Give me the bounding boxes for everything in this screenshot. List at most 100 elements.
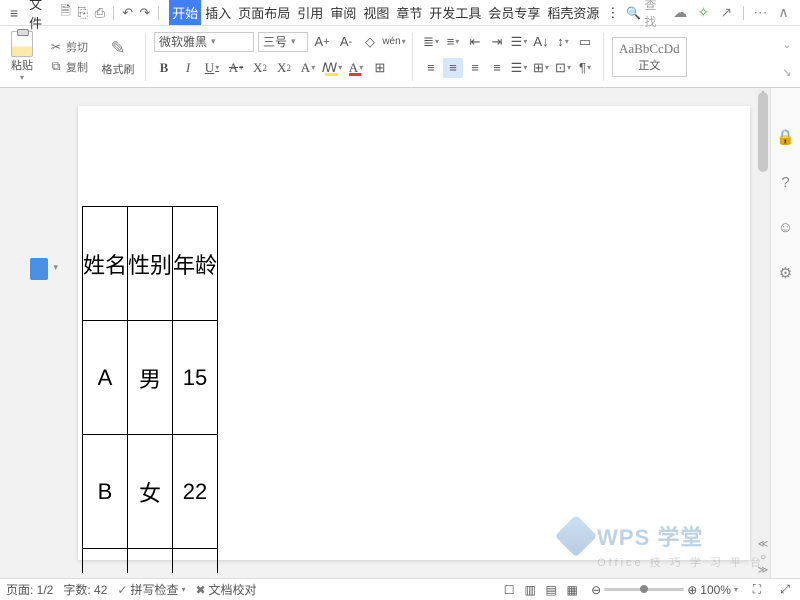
spellcheck-toggle[interactable]: ✓拼写检查▾ [117,581,185,598]
web-layout-icon[interactable]: ▤ [542,580,560,600]
document-table[interactable]: 姓名 性别 年龄 A 男 15 B 女 22 [82,206,218,573]
export-icon[interactable]: ⎘ [75,4,90,22]
collapse-ribbon-icon[interactable]: ∧ [776,4,791,22]
table-header-row[interactable]: 姓名 性别 年龄 [83,207,218,321]
table-cell[interactable]: A [83,321,128,435]
tab-member[interactable]: 会员专享 [485,0,543,25]
character-border-button[interactable]: ⊞ [370,58,390,78]
proofing-toggle[interactable]: ✖文档校对 [195,581,256,598]
paste-button[interactable]: 粘贴▾ [6,31,38,82]
change-case-button[interactable]: A▾ [298,58,318,78]
bold-button[interactable]: B [154,58,174,78]
tab-page-layout[interactable]: 页面布局 [235,0,293,25]
ribbon-expand-icon[interactable]: ⌄ [782,38,791,51]
sort-button[interactable]: A↓ [531,32,551,52]
subscript-button[interactable]: X2 [274,58,294,78]
user-icon[interactable]: ✧ [696,4,711,22]
table-cell[interactable] [173,549,218,573]
table-cell[interactable]: 性别 [128,207,173,321]
style-normal[interactable]: AaBbCcDd 正文 [612,37,687,77]
print-layout-icon[interactable]: ▥ [521,580,539,600]
table-cell[interactable]: 22 [173,435,218,549]
clear-format-button[interactable]: ◇ [360,32,380,52]
decrease-indent-button[interactable]: ⇤ [465,32,485,52]
font-name-combo[interactable]: 微软雅黑▾ [154,32,254,52]
hamburger-icon[interactable]: ≡ [6,3,22,23]
table-cell[interactable] [83,549,128,573]
tab-more[interactable]: ⋮ [603,2,622,24]
tab-review[interactable]: 审阅 [327,0,359,25]
help-icon[interactable]: ? [781,174,789,191]
file-menu[interactable]: 文件 [24,0,56,34]
tab-start[interactable]: 开始 [169,0,201,25]
format-painter-button[interactable]: ✎ 格式刷 [99,37,137,77]
table-cell[interactable]: 姓名 [83,207,128,321]
highlight-button[interactable]: ꟿ▾ [322,58,342,78]
align-right-button[interactable]: ≡ [465,58,485,78]
bullets-button[interactable]: ≣▾ [421,32,441,52]
underline-button[interactable]: U▾ [202,58,222,78]
align-center-button[interactable]: ≡ [443,58,463,78]
table-cell[interactable]: 年龄 [173,207,218,321]
increase-indent-button[interactable]: ⇥ [487,32,507,52]
focus-mode-icon[interactable]: ☐ [500,580,518,600]
tab-resources[interactable]: 稻壳资源 [544,0,602,25]
table-row[interactable] [83,549,218,573]
cut-button[interactable]: ✂剪切 [46,38,91,56]
zoom-out-icon[interactable]: ⊖ [591,583,601,597]
tab-insert[interactable]: 插入 [202,0,234,25]
fullscreen-icon[interactable]: ⤢ [776,580,794,600]
lock-icon[interactable]: 🔒 [776,128,795,146]
cloud-icon[interactable]: ☁ [673,4,688,22]
shrink-font-button[interactable]: A- [336,32,356,52]
document-type-icon[interactable] [30,258,48,280]
prev-page-icon[interactable]: ≪ [758,539,768,550]
table-cell[interactable]: 女 [128,435,173,549]
table-row[interactable]: B 女 22 [83,435,218,549]
vertical-scrollbar[interactable]: ▴ ≪ ○ ≫ [756,88,770,578]
tab-developer[interactable]: 开发工具 [426,0,484,25]
zoom-slider[interactable] [604,588,684,591]
fit-page-icon[interactable]: ⛶ [748,580,766,600]
table-cell[interactable] [128,549,173,573]
zoom-value[interactable]: 100% [700,583,731,597]
table-cell[interactable]: 男 [128,321,173,435]
paragraph-mark-button[interactable]: ¶▾ [575,58,595,78]
font-size-combo[interactable]: 三号▾ [258,32,308,52]
line-spacing-button[interactable]: ↕▾ [553,32,573,52]
numbering-button[interactable]: ≡▾ [443,32,463,52]
grow-font-button[interactable]: A+ [312,32,332,52]
save-icon[interactable]: 🗎 [58,4,73,22]
distribute-button[interactable]: ☰▾ [509,58,529,78]
search-box[interactable]: 🔍 查找 [626,0,661,30]
scrollbar-thumb[interactable] [758,92,768,172]
table-cell[interactable]: B [83,435,128,549]
phonetic-button[interactable]: wén▾ [384,32,404,52]
table-row[interactable]: A 男 15 [83,321,218,435]
undo-icon[interactable]: ↶ [120,4,135,22]
tab-view[interactable]: 视图 [360,0,392,25]
shading-button[interactable]: ▭ [575,32,595,52]
strikethrough-button[interactable]: A▾ [226,58,246,78]
superscript-button[interactable]: X2 [250,58,270,78]
next-page-icon[interactable]: ≫ [758,565,768,576]
ribbon-dialog-icon[interactable]: ↘ [782,66,791,79]
tab-chapter[interactable]: 章节 [393,0,425,25]
table-cell[interactable]: 15 [173,321,218,435]
align-left-button[interactable]: ≡ [421,58,441,78]
settings-icon[interactable]: ⚙ [779,264,792,282]
zoom-control[interactable]: ⊖ ⊕ 100%▾ [591,583,738,597]
print-icon[interactable]: ⎙ [92,4,107,22]
copy-button[interactable]: ⧉复制 [46,58,91,76]
align-justify-button[interactable]: ≡ [487,58,507,78]
outline-icon[interactable]: ▦ [563,580,581,600]
italic-button[interactable]: I [178,58,198,78]
redo-icon[interactable]: ↷ [137,4,152,22]
page-indicator[interactable]: 页面: 1/2 [6,581,53,598]
share-icon[interactable]: ↗ [719,4,734,22]
tab-references[interactable]: 引用 [294,0,326,25]
word-count[interactable]: 字数: 42 [63,581,107,598]
text-direction-button[interactable]: ☰▾ [509,32,529,52]
more-icon[interactable]: ⋯ [753,4,768,22]
page-browse-icon[interactable]: ○ [760,552,766,563]
